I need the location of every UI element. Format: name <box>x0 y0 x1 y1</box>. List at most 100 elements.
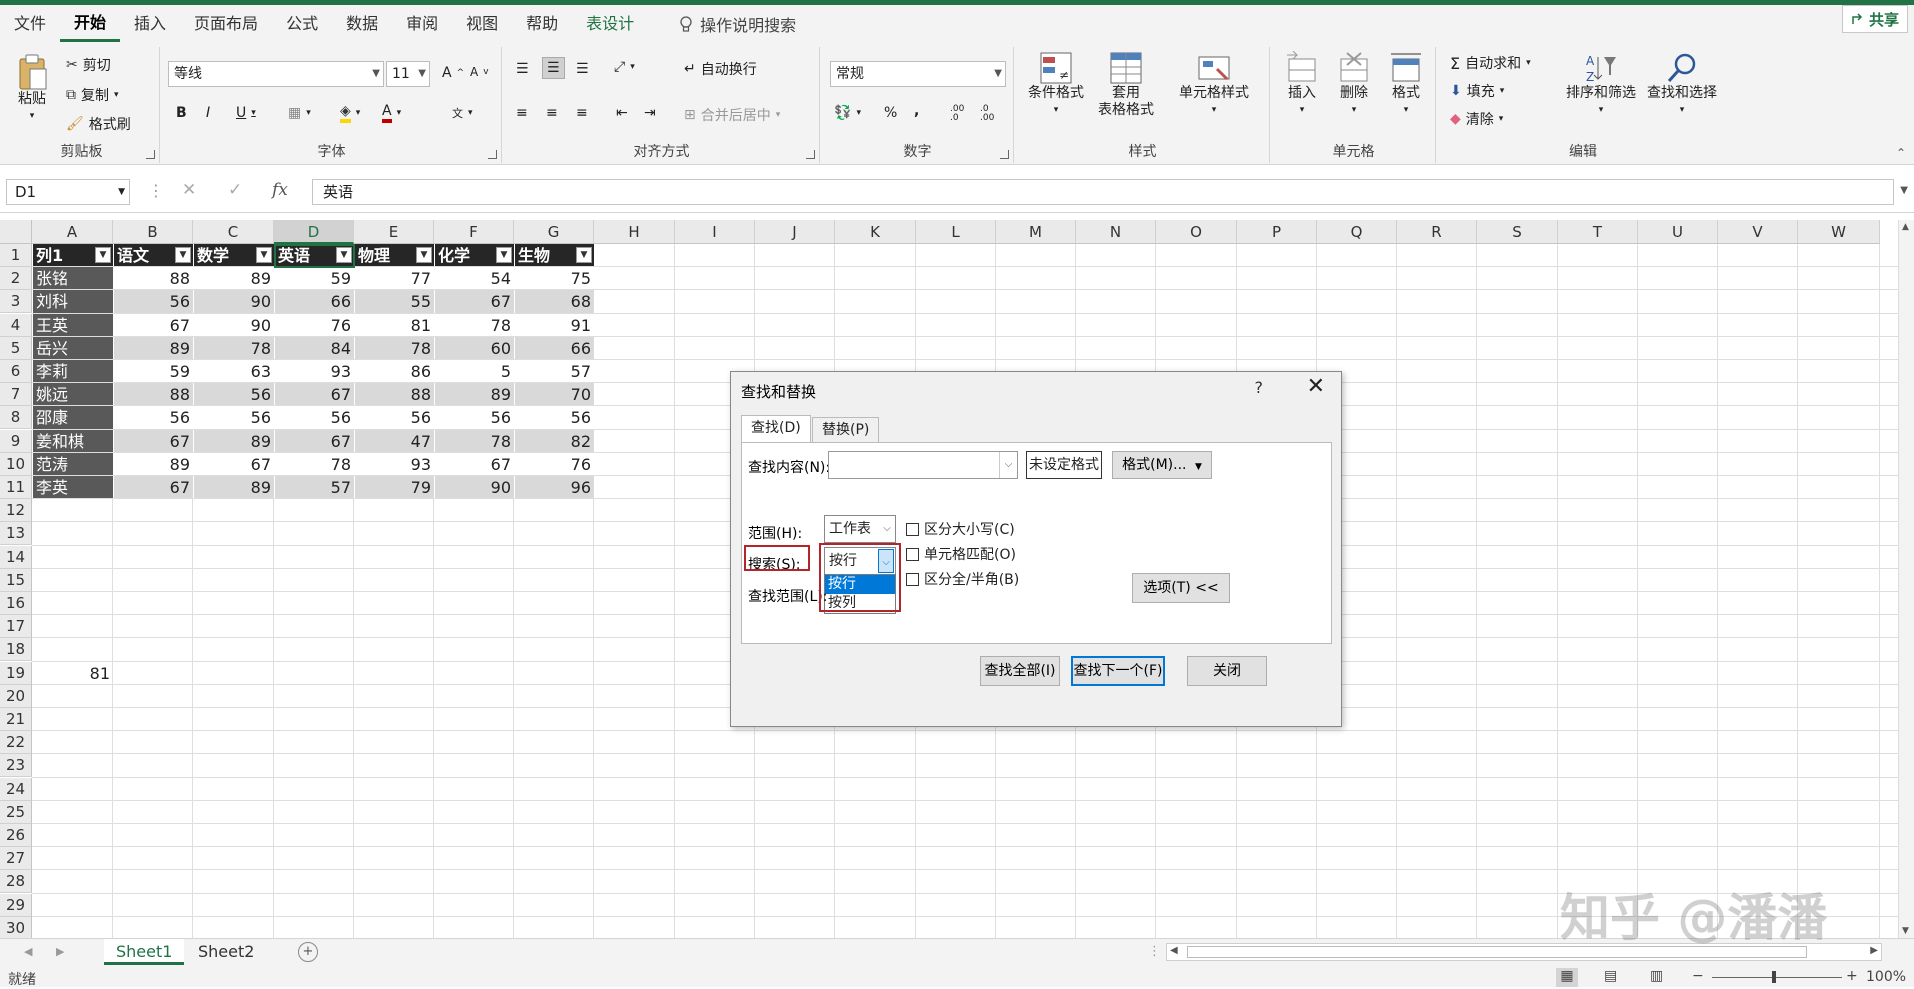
table-cell[interactable]: 57 <box>515 360 594 383</box>
table-cell[interactable]: 岳兴 <box>33 336 113 359</box>
column-header-r[interactable]: R <box>1397 220 1477 244</box>
underline-button[interactable]: U ▾ <box>236 105 256 121</box>
column-header-f[interactable]: F <box>434 220 514 244</box>
table-cell[interactable]: 90 <box>194 290 274 313</box>
align-right-button[interactable]: ≡ <box>576 105 588 121</box>
decrease-indent-button[interactable]: ⇤ <box>616 105 628 121</box>
row-header-8[interactable]: 8 <box>0 406 32 430</box>
copy-button[interactable]: ⧉ 复制 ▾ <box>66 85 119 105</box>
table-cell[interactable]: 67 <box>275 429 354 452</box>
table-cell[interactable]: 55 <box>355 290 434 313</box>
table-cell[interactable]: 75 <box>515 267 594 290</box>
table-cell[interactable]: 78 <box>194 336 274 359</box>
paste-button[interactable]: 粘贴 ▾ <box>12 53 52 125</box>
checkbox-box[interactable] <box>906 572 919 586</box>
table-header-cell[interactable]: 英语 ▼ <box>275 244 354 267</box>
cancel-icon[interactable]: ✕ <box>182 180 196 200</box>
table-cell[interactable]: 90 <box>194 313 274 336</box>
table-cell[interactable]: 89 <box>114 336 193 359</box>
cell-styles-button[interactable]: 单元格样式 ▾ <box>1166 51 1262 119</box>
column-header-j[interactable]: J <box>755 220 835 244</box>
menu-home[interactable]: 开始 <box>60 6 121 42</box>
sheet-tab-sheet1[interactable]: Sheet1 <box>104 939 185 965</box>
fill-color-button[interactable]: ◈ ▾ <box>340 103 360 123</box>
menu-insert[interactable]: 插入 <box>120 5 180 43</box>
row-header-12[interactable]: 12 <box>0 499 32 523</box>
column-header-q[interactable]: Q <box>1317 220 1397 244</box>
row-header-1[interactable]: 1 <box>0 244 32 267</box>
decrease-decimal-button[interactable]: .0 .00 <box>980 105 1002 123</box>
format-cells-button[interactable]: 格式 ▾ <box>1382 51 1430 119</box>
table-header-cell[interactable]: 列1 ▼ <box>33 244 113 267</box>
clear-button[interactable]: ◆ 清除 ▾ <box>1450 109 1503 129</box>
table-cell[interactable]: 78 <box>435 429 514 452</box>
row-header-9[interactable]: 9 <box>0 429 32 453</box>
column-header-g[interactable]: G <box>514 220 594 244</box>
add-sheet-icon[interactable]: + <box>298 942 318 962</box>
row-header-29[interactable]: 29 <box>0 893 32 917</box>
chevron-down-icon[interactable]: ⌵ <box>999 452 1017 478</box>
table-cell[interactable]: 68 <box>515 290 594 313</box>
enter-icon[interactable]: ✓ <box>228 180 242 200</box>
zoom-level[interactable]: 100% <box>1866 969 1906 985</box>
table-cell[interactable]: 59 <box>114 360 193 383</box>
comma-button[interactable]: , <box>914 103 919 119</box>
name-box[interactable]: D1 ▼ <box>6 179 130 205</box>
row-header-15[interactable]: 15 <box>0 568 32 592</box>
collapse-ribbon-icon[interactable]: ⌃ <box>1896 146 1906 160</box>
table-cell[interactable]: 77 <box>355 267 434 290</box>
column-header-s[interactable]: S <box>1477 220 1558 244</box>
increase-decimal-button[interactable]: .00 .0 <box>950 105 972 123</box>
table-cell[interactable]: 56 <box>194 406 274 429</box>
table-cell[interactable]: 60 <box>435 336 514 359</box>
font-name-combo[interactable]: 等线 ▼ <box>168 61 384 87</box>
table-cell[interactable]: 67 <box>114 313 193 336</box>
filter-dropdown-icon[interactable]: ▼ <box>175 247 191 263</box>
row-header-30[interactable]: 30 <box>0 916 32 938</box>
row-header-4[interactable]: 4 <box>0 313 32 337</box>
format-painter-button[interactable]: 🖌 格式刷 <box>66 114 131 134</box>
row-header-17[interactable]: 17 <box>0 615 32 639</box>
table-cell[interactable]: 76 <box>275 313 354 336</box>
select-all-corner[interactable] <box>0 220 32 244</box>
row-header-23[interactable]: 23 <box>0 754 32 778</box>
table-header-cell[interactable]: 数学 ▼ <box>194 244 274 267</box>
menu-page-layout[interactable]: 页面布局 <box>180 5 272 43</box>
table-cell[interactable]: 5 <box>435 360 514 383</box>
row-header-10[interactable]: 10 <box>0 452 32 476</box>
table-cell[interactable]: 78 <box>435 313 514 336</box>
table-cell[interactable]: 67 <box>194 452 274 475</box>
tab-split-handle[interactable]: ⋮ <box>1148 944 1161 959</box>
table-cell[interactable]: 56 <box>275 406 354 429</box>
table-cell[interactable]: 93 <box>355 452 434 475</box>
table-header-cell[interactable]: 语文 ▼ <box>114 244 193 267</box>
table-cell[interactable]: 王英 <box>33 313 113 336</box>
row-header-16[interactable]: 16 <box>0 592 32 615</box>
tell-me-search[interactable]: 操作说明搜索 <box>648 12 796 36</box>
table-cell[interactable]: 96 <box>515 476 594 499</box>
table-cell[interactable]: 54 <box>435 267 514 290</box>
table-cell[interactable]: 76 <box>515 452 594 475</box>
table-cell[interactable]: 70 <box>515 383 594 406</box>
table-cell[interactable]: 56 <box>435 406 514 429</box>
column-header-w[interactable]: W <box>1798 220 1880 244</box>
phonetic-button[interactable]: 文 ▾ <box>452 105 473 121</box>
row-header-18[interactable]: 18 <box>0 638 32 662</box>
match-case-checkbox[interactable]: 区分大小写(C) <box>906 519 1015 539</box>
find-all-button[interactable]: 查找全部(I) <box>980 656 1060 686</box>
table-cell[interactable]: 82 <box>515 429 594 452</box>
table-cell[interactable]: 78 <box>355 336 434 359</box>
align-bottom-button[interactable]: ☰ <box>576 61 589 77</box>
column-header-u[interactable]: U <box>1638 220 1718 244</box>
sheet-tab-sheet2[interactable]: Sheet2 <box>186 939 266 965</box>
dialog-launcher-icon[interactable] <box>488 150 497 159</box>
row-header-2[interactable]: 2 <box>0 267 32 291</box>
column-header-t[interactable]: T <box>1558 220 1638 244</box>
row-header-13[interactable]: 13 <box>0 522 32 546</box>
column-header-e[interactable]: E <box>354 220 434 244</box>
merge-center-button[interactable]: ⊞ 合并后居中 ▾ <box>684 105 780 125</box>
row-header-22[interactable]: 22 <box>0 731 32 755</box>
table-cell[interactable]: 邵康 <box>33 406 113 429</box>
zoom-slider-thumb[interactable] <box>1772 971 1776 983</box>
table-cell[interactable]: 88 <box>355 383 434 406</box>
